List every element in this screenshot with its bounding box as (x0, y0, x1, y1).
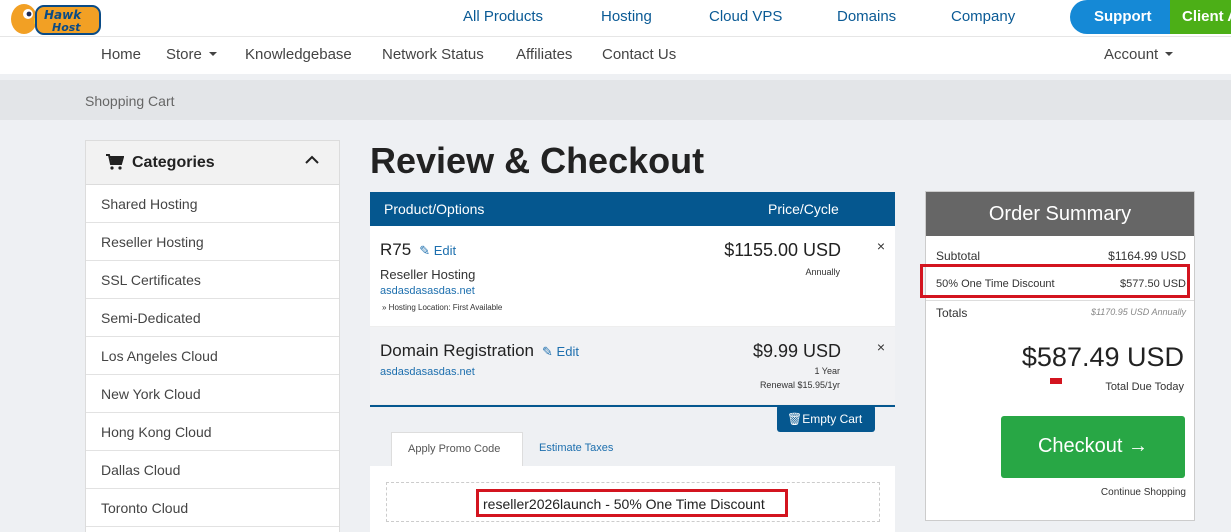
subtotal-label: Subtotal (936, 249, 981, 263)
subnav-home[interactable]: Home (101, 46, 141, 63)
discount-row: 50% One Time Discount $577.50 USD (936, 278, 1186, 290)
edit-link[interactable]: ✎ Edit (542, 344, 579, 359)
breadcrumb: Shopping Cart (0, 80, 1231, 120)
nav-hosting[interactable]: Hosting (601, 8, 652, 25)
sidebar-item-shared-hosting[interactable]: Shared Hosting (86, 185, 339, 223)
categories-panel: Categories Shared Hosting Reseller Hosti… (85, 140, 340, 532)
top-navbar: Hawk Host All Products Hosting Cloud VPS… (0, 0, 1231, 36)
product-option: » Hosting Location: First Available (382, 303, 503, 312)
nav-domains[interactable]: Domains (837, 8, 896, 25)
subnav-account-label: Account (1104, 46, 1159, 63)
discount-label: 50% One Time Discount (936, 278, 1055, 290)
totals-row: Totals $1170.95 USD Annually (936, 306, 1186, 320)
chevron-up-icon[interactable] (305, 155, 319, 165)
total-due-amount: $587.49 USD (1021, 342, 1184, 372)
svg-text:Host: Host (52, 21, 81, 34)
continue-shopping-link[interactable]: Continue Shopping (926, 487, 1196, 498)
edit-label: Edit (433, 243, 457, 258)
sidebar-item-toronto-cloud[interactable]: Toronto Cloud (86, 489, 339, 527)
discount-value: $577.50 USD (1119, 278, 1186, 290)
cart-item-row: Domain Registration ✎ Edit asdasdasasdas.… (370, 327, 895, 405)
product-price: $1155.00 USD (724, 240, 841, 260)
edit-link[interactable]: ✎ Edit (419, 243, 456, 258)
pencil-icon: ✎ (419, 243, 431, 258)
product-domain: asdasdasasdas.net (380, 285, 475, 297)
annotation-mark (1050, 378, 1062, 384)
cart-table: Product/Options Price/Cycle R75 ✎ Edit Re… (370, 192, 895, 407)
sidebar-item-semi-dedicated[interactable]: Semi-Dedicated (86, 299, 339, 337)
total-due-label: Total Due Today (1105, 381, 1184, 393)
cart-item-row: R75 ✎ Edit Reseller Hosting asdasdasasdas… (370, 226, 895, 327)
product-group: Reseller Hosting (380, 267, 476, 282)
sub-navbar: Home Store Knowledgebase Network Status … (0, 36, 1231, 74)
subtotal-value: $1164.99 USD (1108, 249, 1186, 263)
product-name-text: R75 (380, 240, 412, 259)
sidebar-item-ssl-certificates[interactable]: SSL Certificates (86, 261, 339, 299)
sidebar-item-reseller-hosting[interactable]: Reseller Hosting (86, 223, 339, 261)
order-summary-title: Order Summary (926, 192, 1194, 236)
column-product: Product/Options (384, 201, 485, 217)
pencil-icon: ✎ (542, 344, 553, 359)
product-renewal: Renewal $15.95/1yr (759, 380, 840, 390)
chevron-down-icon (1165, 52, 1174, 56)
cart-table-header: Product/Options Price/Cycle (370, 192, 895, 226)
product-name: R75 ✎ Edit (380, 240, 456, 260)
tab-apply-promo-code[interactable]: Apply Promo Code (391, 432, 523, 466)
shopping-cart-icon (106, 154, 124, 170)
tab-estimate-taxes[interactable]: Estimate Taxes (523, 432, 643, 466)
client-area-button[interactable]: Client A (1170, 0, 1231, 34)
subnav-knowledgebase[interactable]: Knowledgebase (245, 46, 352, 63)
nav-company[interactable]: Company (951, 8, 1015, 25)
subnav-store-label: Store (166, 46, 202, 63)
totals-value: $1170.95 USD Annually (1090, 307, 1186, 317)
column-price: Price/Cycle (768, 201, 839, 217)
totals-label: Totals (936, 306, 968, 320)
empty-cart-button[interactable]: 🗑Empty Cart (777, 405, 875, 432)
divider (926, 300, 1194, 301)
subnav-store[interactable]: Store (166, 46, 217, 63)
product-cycle: Annually (805, 267, 840, 277)
categories-header[interactable]: Categories (86, 141, 339, 185)
empty-cart-label: Empty Cart (802, 412, 863, 426)
subnav-account[interactable]: Account (1104, 46, 1174, 63)
product-name-text: Domain Registration (380, 341, 535, 360)
sidebar-item-dallas-cloud[interactable]: Dallas Cloud (86, 451, 339, 489)
page-title: Review & Checkout (370, 140, 705, 181)
subnav-contact-us[interactable]: Contact Us (602, 46, 676, 63)
chevron-down-icon (208, 52, 217, 56)
hawk-host-logo[interactable]: Hawk Host (6, 2, 106, 38)
promo-applied-text: reseller2026launch - 50% One Time Discou… (476, 489, 788, 517)
subtotal-row: Subtotal $1164.99 USD (936, 249, 1186, 263)
subnav-network-status[interactable]: Network Status (382, 46, 484, 63)
edit-label: Edit (556, 344, 579, 359)
product-price: $9.99 USD (752, 341, 841, 361)
remove-icon[interactable]: × (877, 238, 885, 254)
product-cycle: 1 Year (814, 366, 840, 376)
categories-title: Categories (132, 154, 215, 171)
trash-icon: 🗑 (787, 412, 803, 426)
sidebar-item-new-york-cloud[interactable]: New York Cloud (86, 375, 339, 413)
sidebar-item-hong-kong-cloud[interactable]: Hong Kong Cloud (86, 413, 339, 451)
nav-cloud-vps[interactable]: Cloud VPS (709, 8, 782, 25)
checkout-button[interactable]: Checkout → (1001, 416, 1185, 478)
order-summary: Order Summary Subtotal $1164.99 USD 50% … (920, 191, 1196, 521)
nav-all-products[interactable]: All Products (463, 8, 543, 25)
subnav-affiliates[interactable]: Affiliates (516, 46, 572, 63)
sidebar-item-los-angeles-cloud[interactable]: Los Angeles Cloud (86, 337, 339, 375)
remove-icon[interactable]: × (877, 339, 885, 355)
product-name: Domain Registration ✎ Edit (380, 341, 579, 361)
svg-text:Hawk: Hawk (44, 8, 82, 22)
breadcrumb-current: Shopping Cart (85, 93, 175, 109)
support-button[interactable]: Support (1070, 0, 1172, 34)
product-domain: asdasdasasdas.net (380, 366, 475, 378)
